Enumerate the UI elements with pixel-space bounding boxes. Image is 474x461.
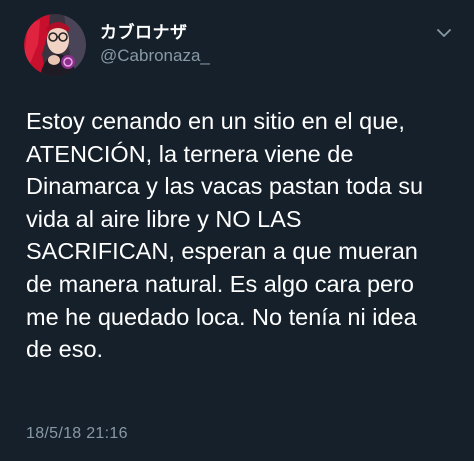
- tweet-text-line: me he quedado loca. No tenía ni idea: [26, 303, 417, 330]
- tweet-text-line: ATENCIÓN, la ternera viene de: [26, 140, 354, 167]
- avatar[interactable]: [24, 14, 86, 76]
- tweet-text-line: vida al aire libre y NO LAS: [26, 205, 302, 232]
- tweet-text-line: SACRIFICAN, esperan a que mueran: [26, 238, 418, 265]
- tweet-text-line: de eso.: [26, 336, 104, 363]
- display-name[interactable]: カブロナザ: [100, 18, 188, 43]
- avatar-image: [24, 14, 86, 76]
- tweet-text-line: de manera natural. Es algo cara pero: [26, 270, 414, 297]
- tweet-text: Estoy cenando en un sitio en el que, ATE…: [26, 105, 466, 366]
- tweet-text-line: Dinamarca y las vacas pastan toda su: [26, 173, 424, 200]
- tweet-text-line: Estoy cenando en un sitio en el que,: [26, 108, 405, 134]
- user-handle[interactable]: @Cabronaza_: [100, 46, 210, 66]
- tweet-timestamp[interactable]: 18/5/18 21:16: [26, 425, 128, 443]
- tweet-card: カブロナザ @Cabronaza_ Estoy cenando en un si…: [0, 0, 474, 461]
- chevron-down-icon[interactable]: [436, 26, 452, 38]
